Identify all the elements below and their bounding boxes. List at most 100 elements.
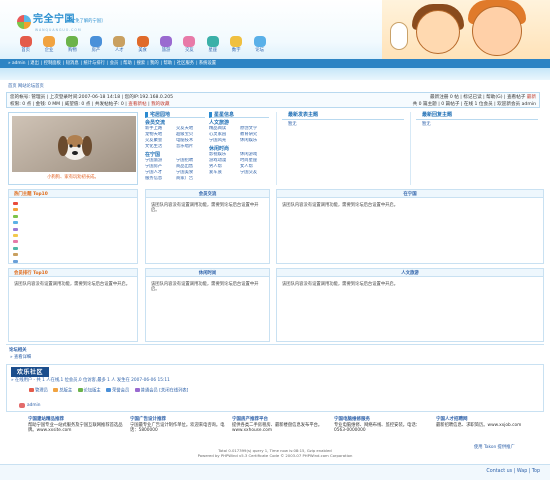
nav-item-icon: [136, 36, 149, 47]
quick-links-text[interactable]: 最新注册 0 帖 | 标记已读 | 帮助(G) | 查看帖子: [430, 95, 527, 100]
category-link[interactable]: 交友聚会: [145, 138, 174, 143]
category-link[interactable]: 交友天地: [176, 126, 205, 131]
category-link[interactable]: 时尚星座: [240, 158, 269, 163]
category-tab[interactable]: 宅居园地: [145, 112, 205, 118]
culture-title[interactable]: 人文旅游: [277, 269, 543, 277]
dog-photo[interactable]: [12, 116, 136, 172]
rank-marker: [13, 246, 18, 250]
quick-links[interactable]: 最新注册 0 帖 | 标记已读 | 帮助(G) | 查看帖子 最新: [430, 95, 536, 101]
menu-item[interactable]: | 会员: [107, 61, 118, 66]
nav-item-label: 企业: [44, 48, 54, 53]
category-link[interactable]: 宁国房产: [145, 164, 174, 169]
menu-item[interactable]: | 帮助: [120, 61, 131, 66]
category-title[interactable]: 休闲时尚: [209, 146, 269, 152]
nav-item-icon: [89, 36, 102, 47]
category-link[interactable]: 商家广告: [176, 176, 205, 181]
category-link[interactable]: 宁国交友: [240, 170, 269, 175]
menu-item[interactable]: » admin: [8, 61, 25, 66]
group-label: 普通会员: [140, 388, 160, 394]
newest-link[interactable]: 最新: [527, 95, 536, 100]
nav-item-label: 购物: [68, 48, 77, 53]
category-link[interactable]: 宠物天地: [145, 132, 174, 137]
nav-item-label: 旅游: [161, 48, 171, 53]
category-title[interactable]: 会员交流: [145, 120, 205, 126]
new-posts-link[interactable]: 查看新帖: [128, 102, 146, 107]
nav-item[interactable]: 旅游: [154, 36, 177, 58]
hot-topics-panel: 热门主题 Top10: [8, 189, 138, 264]
rank-marker: [13, 221, 18, 225]
nav-item[interactable]: 企业: [37, 36, 60, 58]
latest-posts-title: 最新发表主题: [282, 112, 404, 120]
ad-item[interactable]: 宁国人才招聘网 最新招聘信息、求职简历。www.xxjob.com: [436, 417, 534, 428]
nav-item[interactable]: 购物: [61, 36, 84, 58]
menu-item[interactable]: | 退出: [27, 61, 38, 66]
category-link[interactable]: 爱车族: [209, 170, 238, 175]
category-link[interactable]: 宁国旅游: [145, 158, 174, 163]
menu-item[interactable]: | 统计与排行: [81, 61, 105, 66]
category-link[interactable]: 服务信息: [145, 176, 174, 181]
menu-item[interactable]: | 搜索: [134, 61, 145, 66]
menu-item[interactable]: | 我的: [147, 61, 158, 66]
ad-item[interactable]: 宁国广告设计推荐 宁国最专业广告设计制作单位。欢迎来电咨询。电话：5800000: [130, 417, 228, 433]
nav-item[interactable]: 论坛: [248, 36, 271, 58]
view-details-link[interactable]: » 查看详细: [10, 355, 31, 360]
category-link[interactable]: 宁国风光: [209, 138, 238, 143]
favorites-link[interactable]: 我的收藏: [151, 102, 169, 107]
group-label[interactable]: [关闭在线列表]: [159, 389, 188, 394]
category-title[interactable]: 在宁国: [145, 152, 205, 158]
category-link[interactable]: 宁国招聘: [176, 158, 205, 163]
nav-item[interactable]: 房产: [84, 36, 107, 58]
category-link[interactable]: 新手上路: [145, 126, 174, 131]
category-link[interactable]: 宁国美食: [176, 170, 205, 175]
menu-item[interactable]: | 短消息: [63, 61, 79, 66]
nav-item[interactable]: 美食: [131, 36, 154, 58]
photo-caption[interactable]: 小狗狗、家有玩劝初长成。: [9, 175, 137, 180]
category-link[interactable]: 心灵家园: [209, 132, 238, 137]
category-links: 影视娱乐 休闲游戏 游戏动漫 时尚星座 男人帮 女人帮 爱车族 宁国交友: [209, 152, 269, 175]
ad-item[interactable]: 宁国房产推荐平台 提供各类二手房租房、最新楼盘信息发布平台。www.xxhouse…: [232, 417, 330, 433]
category-link[interactable]: 商品出售: [176, 164, 205, 169]
category-link[interactable]: 休闲娱乐: [240, 138, 269, 143]
category-link[interactable]: 文化生活: [145, 144, 174, 149]
menu-item[interactable]: | 社区服务: [174, 61, 194, 66]
online-user-admin[interactable]: admin: [27, 403, 40, 408]
girl-illustration: [416, 10, 460, 54]
category-link[interactable]: 女人帮: [240, 164, 269, 169]
breadcrumb[interactable]: 首页 网站论坛首页: [8, 84, 44, 89]
menu-item[interactable]: | 帮助: [161, 61, 172, 66]
nav-item-label: 星座: [208, 48, 218, 53]
category-title[interactable]: 人文旅游: [209, 120, 269, 126]
category-link[interactable]: 超级宝贝: [176, 132, 205, 137]
category-link[interactable]: 休闲游戏: [240, 152, 269, 157]
menu-item[interactable]: | 系统设置: [196, 61, 216, 66]
category-link[interactable]: 音乐唱片: [176, 144, 205, 149]
category-link[interactable]: 游戏动漫: [209, 158, 238, 163]
category-link[interactable]: 影视娱乐: [209, 152, 238, 157]
nav-item[interactable]: 数字: [225, 36, 248, 58]
bottom-links[interactable]: Contact us | Wap | Top: [486, 469, 540, 475]
menu-item[interactable]: | 控制面板: [41, 61, 61, 66]
category-link[interactable]: 原创文学: [240, 126, 269, 131]
members-panel-title[interactable]: 会员交流: [146, 190, 269, 198]
nav-item-icon: [206, 36, 219, 47]
nav-item[interactable]: 星座: [201, 36, 224, 58]
rabbit-illustration: [390, 22, 408, 50]
in-ningguo-title[interactable]: 在宁国: [277, 190, 543, 198]
category-link[interactable]: 精品阅读: [209, 126, 238, 131]
community-logo: 欢乐社区: [11, 367, 49, 377]
category-tab[interactable]: 星星信息: [209, 112, 269, 118]
category-link[interactable]: 男人帮: [209, 164, 238, 169]
nav-item[interactable]: 交友: [178, 36, 201, 58]
members-panel-text: 该团队内容没有设置调用功能，需要到论坛后台设置中开启。: [151, 203, 259, 214]
ad-item[interactable]: 宁国电脑维修服务 专业电脑维修、网络布线、监控安装。电话：0563-0000000: [334, 417, 432, 433]
category-link[interactable]: 教育研究: [240, 132, 269, 137]
category-link[interactable]: 宁国人才: [145, 170, 174, 175]
ad-item[interactable]: 宁国建站精品推荐 帮助宁国专业一站式服务及宁国互联网推荐首选品牌。www.xxsi…: [28, 417, 126, 433]
category-link[interactable]: 电脑技术: [176, 138, 205, 143]
culture-panel: 人文旅游 该团队内容没有设置调用功能，需要到论坛后台设置中开启。: [276, 268, 544, 342]
site-logo[interactable]: 完全宁国 [完全免了解的宁国] WANQUANGUO.COM: [17, 13, 117, 35]
leisure-title[interactable]: 休闲时尚: [146, 269, 269, 277]
nav-item[interactable]: 首页: [14, 36, 37, 58]
nav-item[interactable]: 人才: [108, 36, 131, 58]
category-col-members: 宅居园地 会员交流 新手上路 交友天地 宠物天地 超级宝贝 交友聚会 电脑技术 文化生活 音乐…: [145, 112, 205, 181]
